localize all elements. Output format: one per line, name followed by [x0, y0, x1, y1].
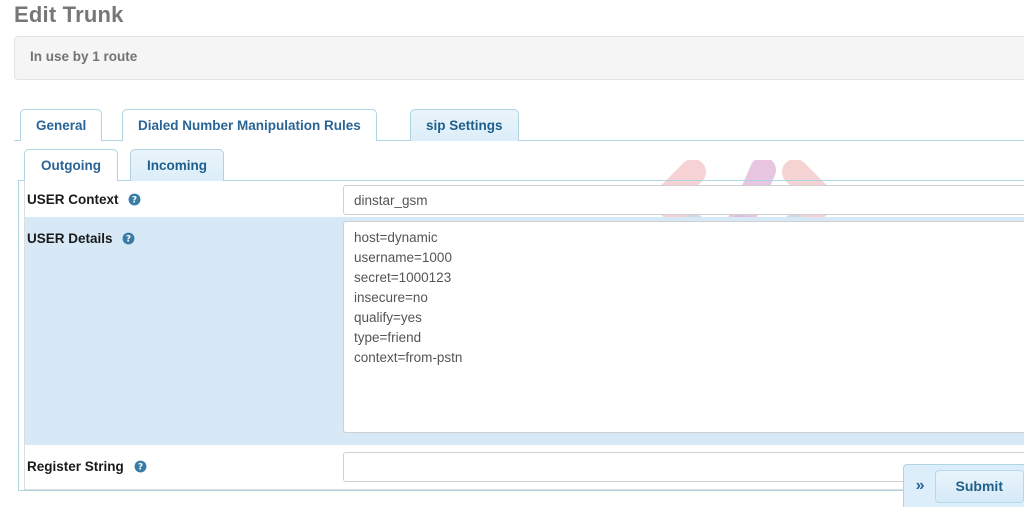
sub-tab-strip: Outgoing Incoming	[18, 149, 1024, 181]
label-user-context-text: USER Context	[27, 192, 119, 207]
form-row-user-details: USER Details ? host=dynamic username=100…	[25, 217, 1024, 445]
form-row-register-string: Register String ?	[25, 445, 1024, 490]
subtab-incoming[interactable]: Incoming	[130, 149, 224, 181]
question-circle-icon[interactable]: ?	[122, 232, 135, 245]
chevron-double-right-icon[interactable]: »	[912, 478, 935, 494]
submit-bar: » Submit	[902, 464, 1024, 507]
tab-sip-settings[interactable]: sip Settings	[410, 109, 519, 141]
in-use-alert-text: In use by 1 route	[30, 49, 138, 64]
page-title: Edit Trunk	[14, 2, 124, 27]
label-user-context: USER Context ?	[27, 192, 141, 207]
label-user-details: USER Details ?	[27, 231, 135, 246]
tab-general[interactable]: General	[20, 109, 103, 141]
in-use-alert: In use by 1 route	[14, 36, 1024, 80]
label-register-string-text: Register String	[27, 459, 124, 474]
svg-text:?: ?	[137, 463, 142, 473]
tab-dialed-number-manipulation-rules[interactable]: Dialed Number Manipulation Rules	[122, 109, 377, 141]
question-circle-icon[interactable]: ?	[134, 460, 147, 473]
svg-text:?: ?	[132, 196, 137, 206]
user-context-input[interactable]	[343, 185, 1024, 215]
question-circle-icon[interactable]: ?	[128, 193, 141, 206]
submit-button[interactable]: Submit	[934, 469, 1024, 503]
edit-trunk-page: itsupportwale Edit Trunk In use by 1 rou…	[0, 0, 1024, 507]
user-details-textarea[interactable]: host=dynamic username=1000 secret=100012…	[343, 221, 1024, 433]
subtab-outgoing[interactable]: Outgoing	[24, 149, 118, 181]
svg-text:?: ?	[126, 235, 131, 245]
label-user-details-text: USER Details	[27, 231, 113, 246]
label-register-string: Register String ?	[27, 459, 147, 474]
sip-settings-form: USER Context ? USER Details ? host=dynam…	[24, 181, 1024, 490]
main-tab-strip: General Dialed Number Manipulation Rules…	[14, 109, 1024, 141]
form-row-user-context: USER Context ?	[25, 181, 1024, 217]
